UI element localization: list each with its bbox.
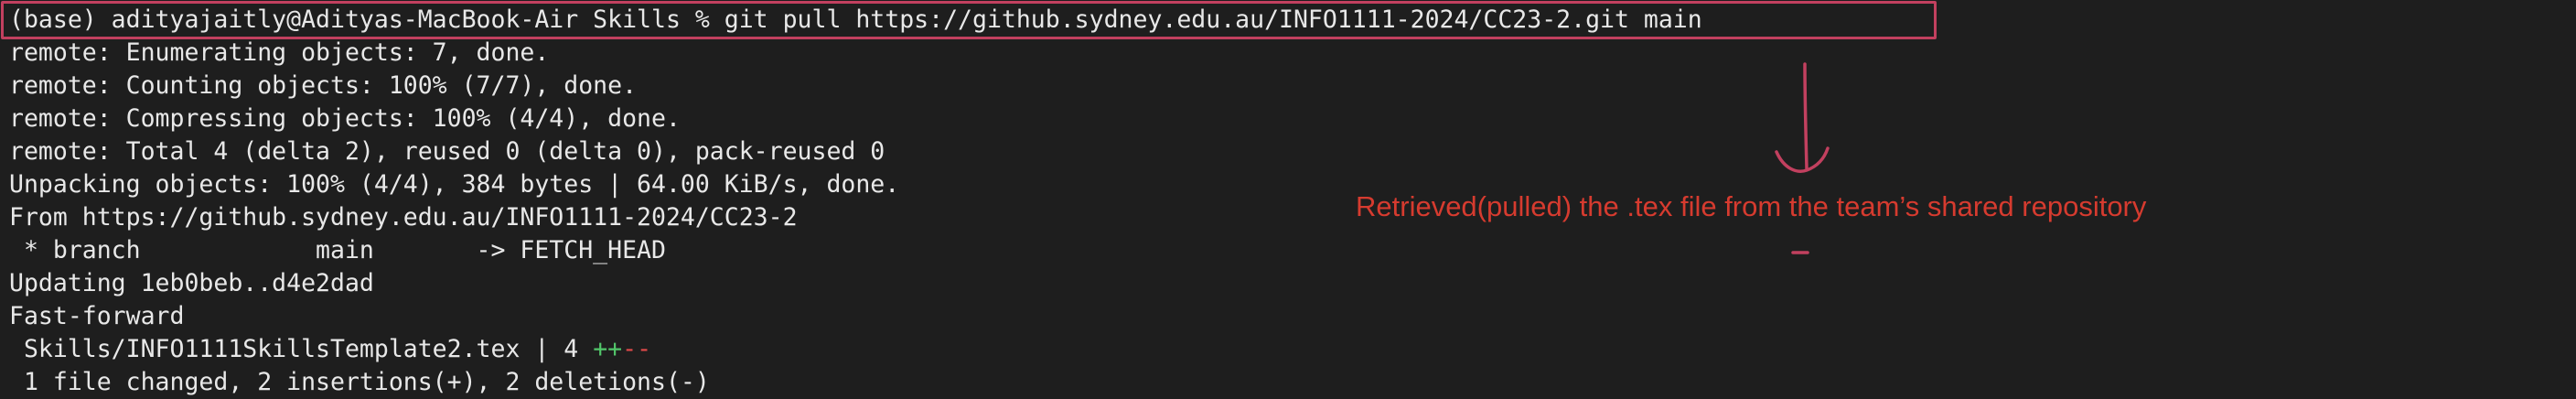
summary-line: 1 file changed, 2 insertions(+), 2 delet… [9, 368, 710, 396]
output-line: remote: Counting objects: 100% (7/7), do… [9, 71, 638, 100]
output-line: remote: Compressing objects: 100% (4/4),… [9, 104, 681, 133]
annotation-arrow-icon [1775, 62, 1830, 173]
diffstat-deletions: -- [622, 335, 652, 363]
command-highlight-box [1, 1, 1937, 39]
annotation-note: Retrieved(pulled) the .tex file from the… [1356, 190, 2147, 222]
output-line: Fast-forward [9, 302, 185, 330]
diffstat-insertions: ++ [593, 335, 623, 363]
output-line: Unpacking objects: 100% (4/4), 384 bytes… [9, 170, 900, 199]
output-line: From https://github.sydney.edu.au/INFO11… [9, 203, 798, 232]
diffstat-line: Skills/INFO1111SkillsTemplate2.tex | 4 +… [9, 333, 651, 366]
annotation-dash-mark [1791, 251, 1809, 254]
terminal-window[interactable]: (base) adityajaitly@Adityas-MacBook-Air … [0, 0, 2576, 398]
output-line: remote: Enumerating objects: 7, done. [9, 38, 550, 67]
output-line: * branch main -> FETCH_HEAD [9, 236, 666, 264]
output-line: Updating 1eb0beb..d4e2dad [9, 269, 374, 297]
diffstat-file: Skills/INFO1111SkillsTemplate2.tex | 4 [9, 335, 594, 363]
output-line: remote: Total 4 (delta 2), reused 0 (del… [9, 137, 886, 166]
